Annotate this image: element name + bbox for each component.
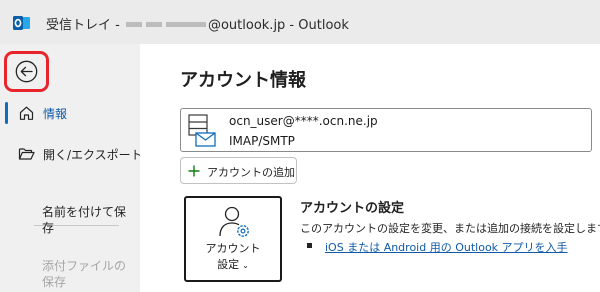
account-email: ocn_user@****.ocn.ne.jp: [229, 114, 378, 128]
window-title-prefix: 受信トレイ -: [46, 18, 124, 33]
account-type: IMAP/SMTP: [229, 134, 295, 148]
sidebar-item-save-as[interactable]: 名前を付けて保存: [42, 204, 132, 236]
redacted-block: [165, 22, 206, 27]
window-title-suffix: @outlook.jp - Outlook: [207, 18, 349, 33]
mail-account-icon: [188, 114, 216, 147]
back-button[interactable]: [4, 51, 49, 92]
active-indicator: [5, 102, 8, 124]
tile-label-line1: アカウント: [205, 242, 261, 255]
title-bar: 受信トレイ - @outlook.jp - Outlook: [0, 0, 600, 44]
folder-open-icon: [18, 148, 35, 160]
account-settings-description: このアカウントの設定を変更、または追加の接続を設定します。: [300, 222, 600, 235]
get-outlook-mobile-link[interactable]: iOS または Android 用の Outlook アプリを入手: [325, 239, 568, 255]
page-title: アカウント情報: [180, 70, 306, 91]
chevron-down-icon: ⌄: [242, 261, 249, 270]
tile-label-line2: 設定 ⌄: [186, 257, 280, 274]
add-account-label: アカウントの追加: [207, 166, 295, 179]
sidebar-item-label: 情報: [43, 107, 68, 121]
account-selector[interactable]: ocn_user@****.ocn.ne.jp IMAP/SMTP: [180, 108, 592, 152]
home-icon: [19, 106, 34, 120]
sidebar-item-info[interactable]: 情報: [0, 98, 140, 128]
outlook-icon: [13, 16, 30, 30]
back-arrow-icon: [15, 60, 38, 83]
redacted-block: [125, 22, 142, 27]
redacted-block: [145, 22, 162, 27]
plus-icon: [188, 165, 200, 177]
sidebar-item-open-export[interactable]: 開く/エクスポート: [0, 139, 143, 169]
sidebar: 情報 開く/エクスポート 名前を付けて保存 添付ファイルの保存: [0, 44, 143, 292]
add-account-button[interactable]: アカウントの追加: [180, 157, 297, 184]
account-settings-button[interactable]: アカウント 設定 ⌄: [184, 196, 282, 282]
main-content: アカウント情報 ocn_user@****.ocn.ne.jp IMAP/SMT…: [140, 44, 600, 292]
account-settings-label: アカウント 設定 ⌄: [186, 241, 280, 274]
account-settings-icon: [219, 206, 249, 237]
account-settings-heading: アカウントの設定: [300, 201, 405, 216]
window-title: 受信トレイ - @outlook.jp - Outlook: [46, 14, 349, 33]
sidebar-item-save-attachments: 添付ファイルの保存: [42, 259, 127, 289]
bullet-icon: [307, 243, 312, 248]
sidebar-item-label: 開く/エクスポート: [43, 148, 143, 162]
tile-label-line2-text: 設定: [217, 258, 240, 271]
